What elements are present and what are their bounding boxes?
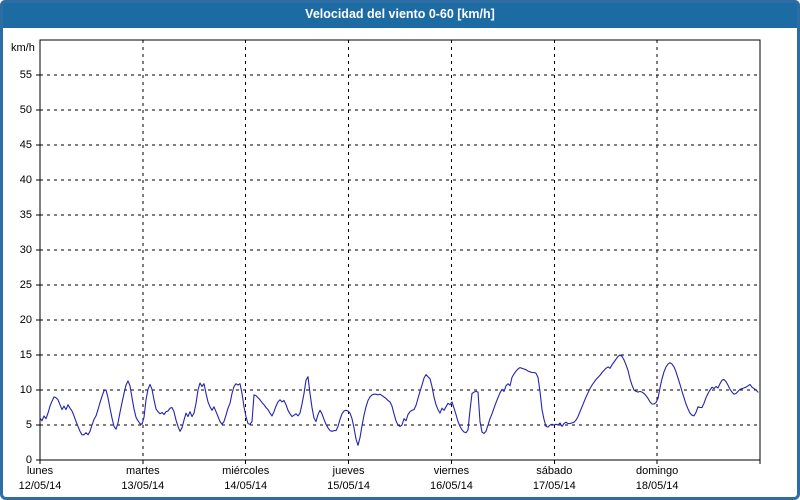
y-tick-label: 35	[19, 209, 32, 221]
x-day-date-label: 16/05/14	[430, 480, 473, 492]
chart-canvas	[36, 39, 761, 464]
y-tick-label: 40	[19, 174, 32, 186]
y-tick-label: 45	[19, 139, 32, 151]
y-tick-label: 55	[19, 69, 32, 81]
y-tick-label: 5	[25, 419, 32, 431]
y-tick-label: 10	[19, 384, 32, 396]
x-day-date-label: 15/05/14	[327, 480, 370, 492]
y-tick-label: 30	[19, 244, 32, 256]
wind-speed-chart-window: Velocidad del viento 0-60 [km/h] km/h 0 5…	[0, 0, 800, 500]
y-tick-label: 50	[19, 104, 32, 116]
y-axis-unit-label: km/h	[11, 42, 35, 54]
x-day-date-label: 13/05/14	[121, 480, 165, 492]
y-tick-label: 20	[19, 314, 32, 326]
x-day-date-label: 18/05/14	[635, 480, 679, 492]
x-day-date-label: 17/05/14	[532, 480, 576, 492]
y-tick-label: 25	[19, 279, 32, 291]
y-tick-label: 15	[19, 349, 32, 361]
x-day-date-label: 14/05/14	[224, 480, 268, 492]
x-day-date-label: 12/05/14	[18, 480, 62, 492]
title-bar: Velocidad del viento 0-60 [km/h]	[0, 0, 800, 28]
chart-title: Velocidad del viento 0-60 [km/h]	[305, 7, 495, 21]
wind-speed-line	[39, 354, 759, 446]
y-tick-label: 0	[25, 454, 32, 466]
